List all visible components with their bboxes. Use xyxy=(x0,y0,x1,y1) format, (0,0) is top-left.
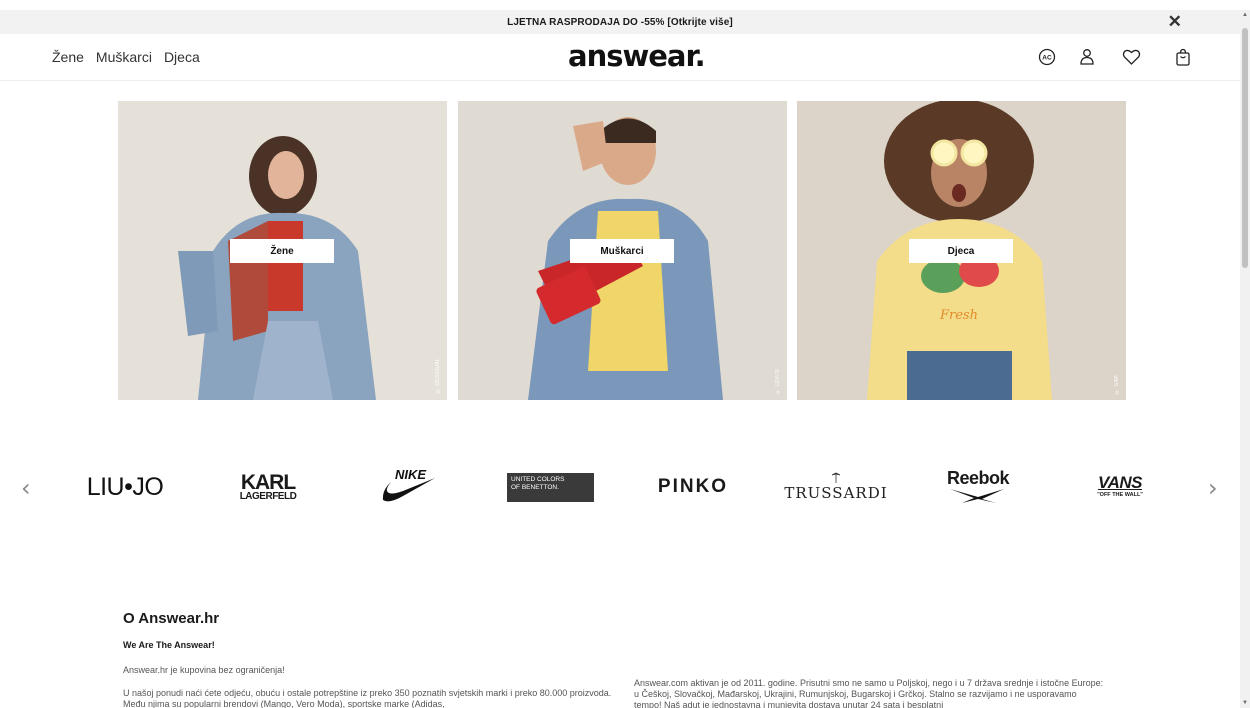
photo-credit: © DESIGUAL xyxy=(435,358,441,394)
reebok-delta-icon xyxy=(950,489,1004,503)
benetton-box: UNITED COLORS OF BENETTON. xyxy=(507,472,594,502)
carousel-prev-button[interactable]: ‹ xyxy=(21,474,31,502)
category-tile-zene[interactable]: Žene © DESIGUAL xyxy=(118,101,447,400)
category-tile-muskarci[interactable]: Muškarci © LEVI'S xyxy=(458,101,787,400)
user-icon[interactable] xyxy=(1076,46,1098,68)
brand-name: VANS xyxy=(1098,473,1142,492)
brand-name: NIKE xyxy=(395,467,427,482)
category-tile-djeca[interactable]: Fresh Djeca © GAP xyxy=(797,101,1126,400)
brand-logo-pinko[interactable]: PINKO xyxy=(650,462,736,512)
carousel-next-button[interactable]: › xyxy=(1208,474,1218,502)
brand-name: LAGERFELD xyxy=(239,490,297,502)
category-label-muskarci[interactable]: Muškarci xyxy=(570,239,674,263)
site-logo[interactable]: answear. xyxy=(568,39,706,73)
brand-logo-karl-lagerfeld[interactable]: KARL LAGERFELD xyxy=(232,462,304,512)
brand-name: LIU•JO xyxy=(86,472,164,501)
site-header: Žene Muškarci Djeca answear. AC xyxy=(0,34,1240,81)
photo-credit: © LEVI'S xyxy=(775,369,781,394)
photo-credit: © GAP xyxy=(1114,374,1120,394)
page-scrollbar[interactable]: ▲ ▼ xyxy=(1240,10,1250,708)
about-subtitle: We Are The Answear! xyxy=(123,640,215,650)
brand-name: Reebok xyxy=(946,468,1010,488)
scrollbar-thumb[interactable] xyxy=(1242,28,1248,268)
nav-item-zene[interactable]: Žene xyxy=(52,49,84,65)
brand-name: PINKO xyxy=(657,476,729,497)
header-icons: AC xyxy=(1036,46,1196,70)
about-paragraph: Answear.hr je kupovina bez ograničenja! xyxy=(123,665,285,675)
close-icon[interactable]: ✕ xyxy=(1168,13,1182,31)
brand-name: TRUSSARDI xyxy=(784,484,888,502)
svg-text:AC: AC xyxy=(1042,55,1052,62)
bag-icon[interactable] xyxy=(1172,46,1194,68)
brand-name: "OFF THE WALL" xyxy=(1097,492,1143,498)
about-paragraph: U našoj ponudi naći ćete odjeću, obuću i… xyxy=(123,688,612,708)
heart-icon[interactable] xyxy=(1120,46,1142,68)
ac-badge-icon[interactable]: AC xyxy=(1036,46,1058,68)
nav-item-djeca[interactable]: Djeca xyxy=(164,49,200,65)
about-paragraph: Answear.com aktivan je od 2011. godine. … xyxy=(634,678,1104,708)
brand-name: UNITED COLORS xyxy=(511,475,565,483)
brand-logo-reebok[interactable]: Reebok xyxy=(942,462,1014,512)
brand-logo-trussardi[interactable]: TRUSSARDI xyxy=(784,462,887,512)
brand-logo-vans[interactable]: VANS "OFF THE WALL" xyxy=(1085,462,1155,512)
main-nav: Žene Muškarci Djeca xyxy=(52,49,200,65)
brand-name: KARL xyxy=(240,470,296,494)
about-title: O Answear.hr xyxy=(123,610,220,627)
nav-item-muskarci[interactable]: Muškarci xyxy=(96,49,152,65)
brand-logo-benetton[interactable]: UNITED COLORS OF BENETTON. xyxy=(507,462,594,512)
about-section: O Answear.hr xyxy=(123,610,219,627)
category-label-djeca[interactable]: Djeca xyxy=(909,239,1013,263)
greyhound-icon xyxy=(831,472,841,483)
scroll-down-icon[interactable]: ▼ xyxy=(1241,700,1249,706)
brand-logo-liujo[interactable]: LIU•JO xyxy=(86,462,164,512)
brand-name: OF BENETTON. xyxy=(511,483,559,491)
brand-logo-nike[interactable]: NIKE xyxy=(381,462,437,512)
scroll-up-icon[interactable]: ▲ xyxy=(1241,12,1249,18)
category-label-zene[interactable]: Žene xyxy=(230,239,334,263)
promo-text[interactable]: LJETNA RASPRODAJA DO -55% [Otkrijte više… xyxy=(507,17,733,28)
promo-bar[interactable]: LJETNA RASPRODAJA DO -55% [Otkrijte više… xyxy=(0,10,1240,34)
svg-text:Fresh: Fresh xyxy=(939,308,978,323)
